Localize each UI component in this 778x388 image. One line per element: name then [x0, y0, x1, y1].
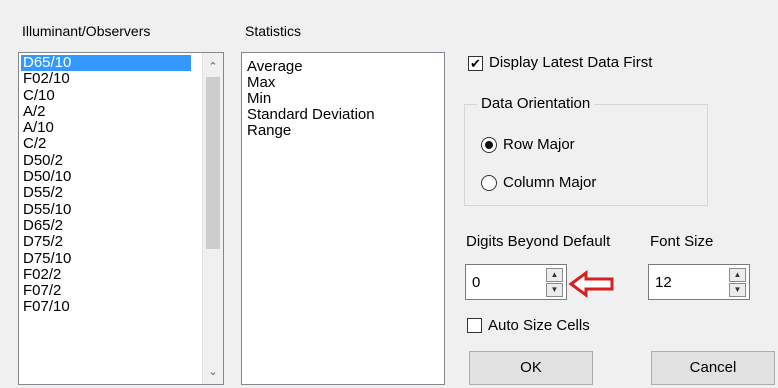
statistics-list-item[interactable]: Max [245, 75, 375, 91]
red-left-arrow-icon [568, 270, 614, 298]
illuminant-list-item[interactable]: A/2 [21, 103, 191, 120]
cancel-button[interactable]: Cancel [651, 351, 775, 385]
font-size-label: Font Size [650, 233, 714, 250]
auto-size-cells-checkbox[interactable] [467, 318, 482, 333]
digits-beyond-default-label: Digits Beyond Default [466, 233, 611, 250]
font-size-stepper-buttons: ▲ ▼ [729, 268, 746, 298]
display-latest-checkbox[interactable]: ✔ [468, 56, 483, 71]
illuminant-list-item[interactable]: D65/10 [21, 54, 191, 72]
illuminant-list-item[interactable]: F02/10 [21, 70, 191, 87]
illuminant-list-item[interactable]: A/10 [21, 119, 191, 136]
illuminant-list-item[interactable]: F07/10 [21, 299, 191, 316]
illuminant-list-item[interactable]: F07/2 [21, 282, 191, 299]
illuminant-list-item[interactable]: D75/2 [21, 233, 191, 250]
statistics-list: Average Max Min Standard Deviation Range [245, 59, 375, 139]
font-size-down-arrow-icon[interactable]: ▼ [729, 283, 746, 297]
illuminant-list-item[interactable]: D55/10 [21, 201, 191, 218]
radio-selected-dot [485, 141, 493, 149]
illuminant-list: D65/10 F02/10 C/10 A/2 A/10 C/2 D50/2 D50/10 D55… [21, 54, 191, 316]
illuminant-list-item[interactable]: D55/2 [21, 185, 191, 202]
illuminant-list-item[interactable]: D75/10 [21, 250, 191, 267]
illuminant-list-item[interactable]: D65/2 [21, 217, 191, 234]
checkmark-icon: ✔ [470, 56, 481, 71]
digits-value[interactable]: 0 [472, 274, 480, 292]
statistics-list-item[interactable]: Average [245, 59, 375, 75]
row-major-radio[interactable] [481, 137, 497, 153]
scroll-up-arrow-icon[interactable]: ⌃ [203, 56, 223, 76]
illuminant-list-item[interactable]: D50/10 [21, 168, 191, 185]
digits-down-arrow-icon[interactable]: ▼ [546, 283, 563, 297]
column-major-radio[interactable] [481, 175, 497, 191]
digits-up-arrow-icon[interactable]: ▲ [546, 268, 563, 282]
illuminant-observers-label: Illuminant/Observers [22, 23, 151, 39]
statistics-list-item[interactable]: Range [245, 123, 375, 139]
illuminant-list-item[interactable]: C/10 [21, 87, 191, 104]
data-orientation-legend: Data Orientation [477, 96, 595, 112]
digits-stepper-buttons: ▲ ▼ [546, 268, 563, 298]
illuminant-scrollbar[interactable]: ⌃ ⌄ [202, 53, 223, 384]
statistics-list-item[interactable]: Min [245, 91, 375, 107]
statistics-label: Statistics [245, 23, 302, 39]
illuminant-list-item[interactable]: C/2 [21, 136, 191, 153]
illuminant-list-item[interactable]: D50/2 [21, 152, 191, 169]
statistics-listbox[interactable]: Average Max Min Standard Deviation Range [241, 52, 445, 385]
statistics-list-item[interactable]: Standard Deviation [245, 107, 375, 123]
font-size-value[interactable]: 12 [655, 274, 672, 292]
display-latest-label[interactable]: Display Latest Data First [489, 55, 652, 71]
scroll-thumb[interactable] [206, 77, 220, 249]
font-size-stepper[interactable]: 12 ▲ ▼ [648, 264, 750, 300]
font-size-up-arrow-icon[interactable]: ▲ [729, 268, 746, 282]
row-major-label[interactable]: Row Major [503, 137, 575, 153]
auto-size-cells-label[interactable]: Auto Size Cells [488, 318, 590, 334]
scroll-down-arrow-icon[interactable]: ⌄ [203, 361, 223, 381]
illuminant-listbox[interactable]: D65/10 F02/10 C/10 A/2 A/10 C/2 D50/2 D50/10 D55… [18, 52, 224, 385]
ok-button[interactable]: OK [469, 351, 593, 385]
column-major-label[interactable]: Column Major [503, 175, 596, 191]
digits-stepper[interactable]: 0 ▲ ▼ [465, 264, 567, 300]
illuminant-list-item[interactable]: F02/2 [21, 266, 191, 283]
